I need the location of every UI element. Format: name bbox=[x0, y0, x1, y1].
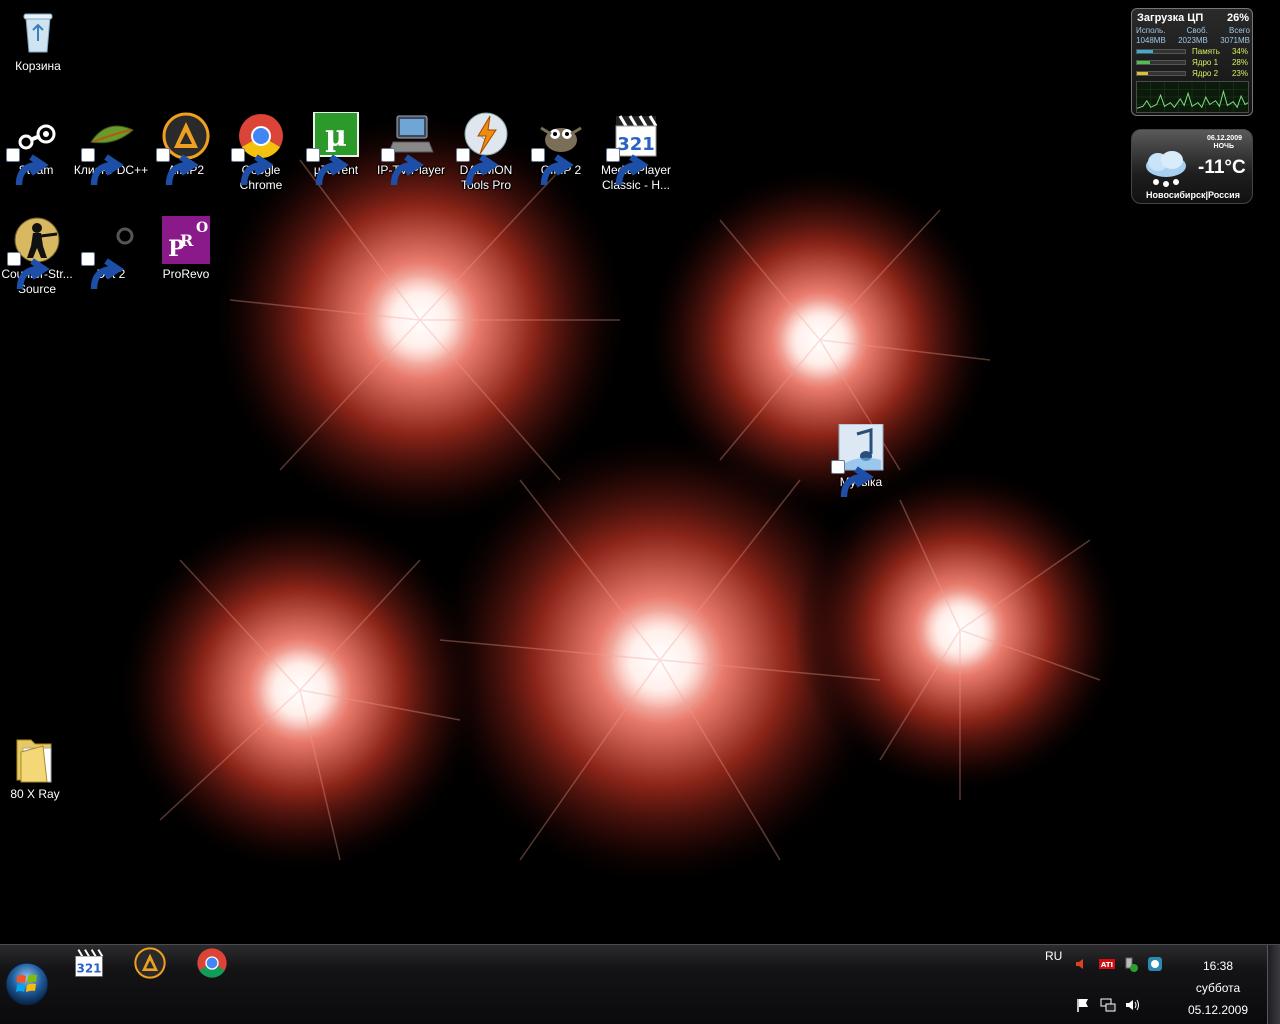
meter-bar bbox=[1136, 71, 1186, 76]
meter-fill bbox=[1137, 50, 1154, 53]
desktop-icon-media-player-classic[interactable]: 321 Media Player Classic - H... bbox=[598, 112, 674, 193]
desktop-icon-dirt2[interactable]: Dirt 2 bbox=[73, 216, 149, 290]
desktop-icon-label: ProRevo bbox=[162, 267, 210, 281]
cpu-history-graph bbox=[1136, 81, 1249, 113]
desktop-icon-gimp[interactable]: GIMP 2 bbox=[523, 112, 599, 186]
desktop-icon-aimp2[interactable]: AIMP2 bbox=[148, 112, 224, 186]
memory-total-header: Всего bbox=[1229, 26, 1250, 35]
desktop-icon-music[interactable]: Музыка bbox=[823, 424, 899, 498]
taskbar: 321 RU ATI 16:38 суббота 05.12.2009 bbox=[0, 944, 1280, 1024]
desktop-icon-recycle-bin[interactable]: Корзина bbox=[0, 8, 76, 74]
memory-values: 1048MB 2023MB 3071MB bbox=[1136, 36, 1250, 45]
weather-temperature: -11°C bbox=[1198, 157, 1246, 178]
tray-action-center-flag-icon[interactable] bbox=[1075, 997, 1091, 1013]
svg-text:O: O bbox=[196, 220, 208, 236]
cpu-gadget-header: Загрузка ЦП 26% bbox=[1137, 12, 1249, 24]
cpu-meter-gadget[interactable]: Загрузка ЦП 26% Исполь. Своб. Всего 1048… bbox=[1131, 8, 1253, 116]
tray-app-icon[interactable] bbox=[1147, 956, 1163, 972]
cpu-gadget-title: Загрузка ЦП bbox=[1137, 12, 1204, 24]
tray-ati-icon[interactable]: ATI bbox=[1099, 956, 1115, 972]
shortcut-arrow-icon bbox=[456, 148, 499, 186]
desktop-icon-iptv[interactable]: IP-TV Player bbox=[373, 112, 449, 186]
taskbar-pin-aimp2[interactable] bbox=[130, 945, 170, 981]
desktop-icon-utorrent[interactable]: µ µTorrent bbox=[298, 112, 374, 186]
weather-date: 06.12.2009 bbox=[1206, 135, 1242, 142]
svg-text:321: 321 bbox=[76, 961, 101, 975]
taskbar-pin-media-player-classic[interactable]: 321 bbox=[69, 945, 109, 981]
desktop-icon-label: 80 X Ray bbox=[10, 787, 60, 801]
memory-column-headers: Исполь. Своб. Всего bbox=[1136, 26, 1250, 35]
meter-fill bbox=[1137, 72, 1149, 75]
desktop-icon-counter-strike[interactable]: Counter-Str... Source bbox=[0, 216, 75, 297]
desktop-icon-daemon-tools[interactable]: DAEMON Tools Pro bbox=[448, 112, 524, 193]
shortcut-arrow-icon bbox=[381, 148, 424, 186]
taskbar-pin-chrome[interactable] bbox=[192, 945, 232, 981]
tray-safely-remove-icon[interactable] bbox=[1123, 956, 1139, 972]
shortcut-arrow-icon bbox=[81, 148, 124, 186]
shortcut-arrow-icon bbox=[831, 460, 874, 498]
clock-time: 16:38 bbox=[1202, 959, 1234, 973]
meter-label: Ядро 1 bbox=[1192, 58, 1219, 67]
taskbar-clock[interactable]: 16:38 суббота 05.12.2009 bbox=[1176, 955, 1260, 1021]
aimp-icon bbox=[130, 947, 170, 979]
memory-free-value: 2023MB bbox=[1178, 36, 1208, 45]
desktop-icon-dcpp[interactable]: Клиент DC++ bbox=[73, 112, 149, 186]
shortcut-arrow-icon bbox=[231, 148, 274, 186]
clock-day: суббота bbox=[1195, 981, 1241, 995]
meter-value: 34% bbox=[1231, 47, 1248, 56]
meter-bar bbox=[1136, 49, 1186, 54]
tray-network-icon[interactable] bbox=[1100, 997, 1116, 1013]
meter-bar bbox=[1136, 60, 1186, 65]
meter-label: Память bbox=[1192, 47, 1220, 56]
memory-used-header: Исполь. bbox=[1136, 26, 1166, 35]
desktop-icon-chrome[interactable]: Google Chrome bbox=[223, 112, 299, 193]
tray-volume-icon[interactable] bbox=[1124, 997, 1140, 1013]
shortcut-arrow-icon bbox=[81, 252, 124, 290]
recycle-bin-icon bbox=[14, 8, 62, 56]
weather-gadget[interactable]: 06.12.2009 НОЧЬ -11°C Новосибирск|Россия bbox=[1131, 129, 1253, 204]
folder-icon bbox=[11, 736, 59, 784]
meter-value: 28% bbox=[1231, 58, 1248, 67]
svg-text:ATI: ATI bbox=[1101, 961, 1113, 969]
chrome-icon bbox=[192, 947, 232, 979]
svg-text:R: R bbox=[180, 231, 194, 250]
desktop-icon-80-x-ray[interactable]: 80 X Ray bbox=[0, 736, 73, 802]
shortcut-arrow-icon bbox=[531, 148, 574, 186]
windows-logo-icon bbox=[4, 961, 50, 1007]
start-button[interactable] bbox=[4, 961, 50, 1007]
core1-meter: Ядро 1 28% bbox=[1136, 58, 1250, 67]
shortcut-arrow-icon bbox=[7, 252, 50, 290]
language-indicator[interactable]: RU bbox=[1045, 949, 1062, 963]
shortcut-arrow-icon bbox=[156, 148, 199, 186]
shortcut-arrow-icon bbox=[606, 148, 649, 186]
memory-meter: Память 34% bbox=[1136, 47, 1250, 56]
show-desktop-button[interactable] bbox=[1267, 945, 1280, 1024]
media-player-classic-icon: 321 bbox=[69, 947, 109, 979]
memory-total-value: 3071MB bbox=[1220, 36, 1250, 45]
core2-meter: Ядро 2 23% bbox=[1136, 69, 1250, 78]
snow-cloud-icon bbox=[1140, 148, 1192, 190]
prorevo-icon: PRO bbox=[162, 216, 210, 264]
memory-used-value: 1048MB bbox=[1136, 36, 1166, 45]
meter-label: Ядро 2 bbox=[1192, 69, 1219, 78]
cpu-total-percent: 26% bbox=[1226, 12, 1249, 24]
tray-volume-muted-icon[interactable] bbox=[1073, 956, 1089, 972]
weather-city: Новосибирск|Россия bbox=[1146, 190, 1240, 200]
weather-time-of-day: НОЧЬ bbox=[1213, 143, 1234, 150]
clock-date: 05.12.2009 bbox=[1187, 1003, 1249, 1017]
shortcut-arrow-icon bbox=[306, 148, 349, 186]
memory-free-header: Своб. bbox=[1186, 26, 1208, 35]
meter-value: 23% bbox=[1231, 69, 1248, 78]
desktop-icon-label: Корзина bbox=[15, 59, 61, 73]
meter-fill bbox=[1137, 61, 1151, 64]
shortcut-arrow-icon bbox=[6, 148, 49, 186]
desktop-icon-prorevo[interactable]: PRO ProRevo bbox=[148, 216, 224, 282]
desktop-icon-steam[interactable]: Steam bbox=[0, 112, 74, 186]
